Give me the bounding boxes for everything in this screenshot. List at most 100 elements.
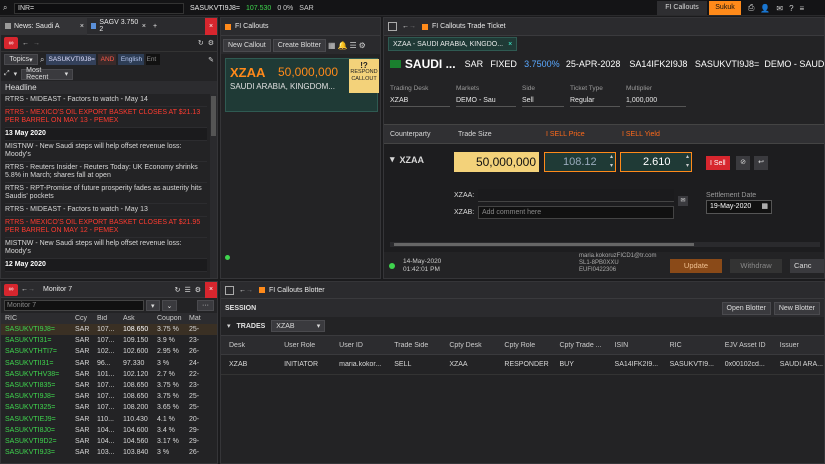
reject-icon[interactable]: ⊘ <box>736 156 750 170</box>
news-item[interactable]: RTRS - MIDEAST - Factors to watch - May … <box>5 94 207 107</box>
price-input[interactable]: 108.12 ▴ ▾ <box>544 152 616 172</box>
close-tab-icon[interactable]: × <box>142 23 149 30</box>
window-icon[interactable] <box>225 285 234 295</box>
close-tab-icon[interactable]: × <box>508 41 512 48</box>
settlement-date-input[interactable]: 19-May-2020 ▦ <box>706 200 772 214</box>
table-row[interactable]: SASUKVTI9J3= SAR 103... 103.840 3 % 26- <box>1 447 217 458</box>
desk-dropdown[interactable]: XZAB ▾ <box>271 320 326 332</box>
edit-icon[interactable]: ✎ <box>208 56 214 64</box>
ticket-tab[interactable]: XZAA - SAUDI ARABIA, KINGDO... × <box>388 37 518 51</box>
user-icon[interactable]: 👤 <box>760 4 770 13</box>
withdraw-button[interactable]: Withdraw <box>730 259 782 273</box>
column-header[interactable]: Bid <box>97 315 123 322</box>
expand-icon[interactable]: ⤢ <box>4 70 10 78</box>
column-header[interactable]: EJV Asset ID <box>725 342 780 349</box>
callout-card[interactable]: XZAA 50,000,000 SAUDI ARABIA, KINGDOM...… <box>225 58 379 112</box>
cancel-button[interactable]: Canc <box>790 259 824 273</box>
add-tab-icon[interactable]: + <box>153 23 157 30</box>
news-item[interactable]: RTRS - RPT-Promise of future prosperity … <box>5 183 207 204</box>
refresh-icon[interactable]: ↻ <box>175 286 181 294</box>
table-row[interactable]: SASUKVTI835= SAR 107... 108.650 3.75 % 23- <box>1 380 217 391</box>
table-row[interactable]: SASUKVTI9D2= SAR 104... 104.560 3.17 % 29- <box>1 436 217 447</box>
news-item[interactable]: RTRS - MEXICO'S OIL EXPORT BASKET CLOSES… <box>5 217 207 238</box>
tab-fi-callouts[interactable]: FI Callouts <box>657 1 707 15</box>
list-icon[interactable]: ☰ <box>349 41 356 50</box>
field-value[interactable]: Regular <box>570 95 620 107</box>
comment-input[interactable]: Add comment here <box>478 206 674 219</box>
update-button[interactable]: Update <box>670 259 722 273</box>
topics-dropdown[interactable]: Topics ▾ <box>4 54 38 65</box>
help-icon[interactable]: ? <box>789 4 793 13</box>
filter-and-token[interactable]: AND <box>98 54 117 65</box>
link-icon[interactable]: ∞ <box>4 37 18 49</box>
refresh-icon[interactable]: ↻ <box>198 39 204 47</box>
column-header[interactable]: RIC <box>5 315 75 322</box>
field-value[interactable]: Sell <box>522 95 564 107</box>
forward-icon[interactable]: → <box>33 40 40 47</box>
back-icon[interactable]: ← <box>239 287 246 294</box>
yield-input[interactable]: 2.610 ▴ ▾ <box>620 152 692 172</box>
news-item[interactable]: RTRS - Reuters Insider - Reuters Today: … <box>5 162 207 183</box>
tab-news[interactable]: News: Saudi A × <box>1 18 87 35</box>
news-item[interactable]: MISTNW - New Saudi steps will help offse… <box>5 141 207 162</box>
link-icon[interactable]: ∞ <box>4 283 18 296</box>
more-icon[interactable]: ··· <box>197 300 214 311</box>
column-header[interactable]: Cpty Role <box>504 342 559 349</box>
create-blotter-button[interactable]: Create Blotter <box>272 38 326 52</box>
trade-size-input[interactable]: 50,000,000 <box>454 152 539 172</box>
calendar-icon[interactable]: ▦ <box>761 201 768 213</box>
news-item[interactable]: RTRS - MIDEAST - Factors to watch - May … <box>5 204 207 217</box>
forward-icon[interactable]: → <box>246 287 253 294</box>
settings-icon[interactable]: ⚙ <box>359 41 366 50</box>
column-header[interactable]: RIC <box>670 342 725 349</box>
column-header[interactable]: Desk <box>229 342 284 349</box>
news-item[interactable]: MISTNW - New Saudi steps will help offse… <box>5 238 207 259</box>
filter-ric-token[interactable]: SASUKVTI9J8= <box>46 54 97 65</box>
filter-icon[interactable]: ▾ <box>14 70 18 78</box>
global-search-input[interactable]: INR= <box>14 3 184 14</box>
dropdown-icon[interactable]: ▾ <box>146 300 160 311</box>
menu-icon[interactable]: ≡ <box>800 4 805 13</box>
table-row[interactable]: SASUKVTI325= SAR 107... 108.200 3.65 % 25- <box>1 402 217 413</box>
table-row[interactable]: XZAB INITIATOR maria.kokor... SELL XZAA RESPO… <box>221 355 824 375</box>
counterparty-comment-field[interactable] <box>478 189 674 202</box>
window-icon[interactable] <box>388 22 397 31</box>
settings-icon[interactable]: ⚙ <box>195 286 201 294</box>
new-callout-button[interactable]: New Callout <box>223 38 271 52</box>
forward-icon[interactable]: → <box>28 286 35 293</box>
column-header[interactable]: Ask <box>123 315 157 322</box>
table-row[interactable]: SASUKVTI9J8= SAR 107... 108.650 3.75 % 25- <box>1 324 217 336</box>
back-icon[interactable]: ← <box>22 40 29 47</box>
chevron-down-icon[interactable]: ⌄ <box>161 300 178 311</box>
field-value[interactable]: DEMO - Sau <box>456 95 516 107</box>
chat-icon[interactable]: ✉ <box>776 4 783 13</box>
sell-button[interactable]: I Sell <box>706 156 730 170</box>
close-tab-icon[interactable]: × <box>80 23 87 30</box>
undo-icon[interactable]: ↩ <box>754 156 768 170</box>
column-header[interactable]: Coupon <box>157 315 189 322</box>
search-icon[interactable]: ⌕ <box>40 55 44 65</box>
respond-callout-button[interactable]: !? RESPOND CALLOUT <box>349 59 379 93</box>
filter-language-token[interactable]: English <box>118 54 145 65</box>
back-icon[interactable]: ← <box>402 23 409 30</box>
field-value[interactable]: XZAB <box>390 95 450 107</box>
stepper-icon[interactable]: ▴ ▾ <box>686 153 689 171</box>
table-row[interactable]: SASUKVTII31= SAR 96... 97.330 3 % 24- <box>1 358 217 369</box>
forward-icon[interactable]: → <box>409 23 416 30</box>
close-icon[interactable]: × <box>205 18 217 35</box>
column-header[interactable]: Cpty Desk <box>449 342 504 349</box>
new-blotter-button[interactable]: New Blotter <box>773 301 820 315</box>
table-row[interactable]: SASUKVTI31= SAR 107... 109.150 3.9 % 23- <box>1 335 217 346</box>
expand-icon[interactable]: ▾ <box>390 154 395 165</box>
table-row[interactable]: SASUKVTI8J0= SAR 104... 104.600 3.4 % 29- <box>1 425 217 436</box>
back-icon[interactable]: ← <box>21 286 28 293</box>
stepper-icon[interactable]: ▴ ▾ <box>610 153 613 171</box>
grid-icon[interactable]: ▦ <box>328 41 336 50</box>
settings-icon[interactable]: ⚙ <box>208 39 214 47</box>
collapse-icon[interactable]: ▾ <box>227 322 231 330</box>
sort-dropdown[interactable]: Most Recent ▾ <box>21 67 74 81</box>
field-value[interactable]: 1,000,000 <box>626 95 686 107</box>
column-header[interactable]: Issuer <box>780 342 824 349</box>
headline-column-header[interactable]: Headline <box>1 81 217 94</box>
column-header[interactable]: User ID <box>339 342 394 349</box>
